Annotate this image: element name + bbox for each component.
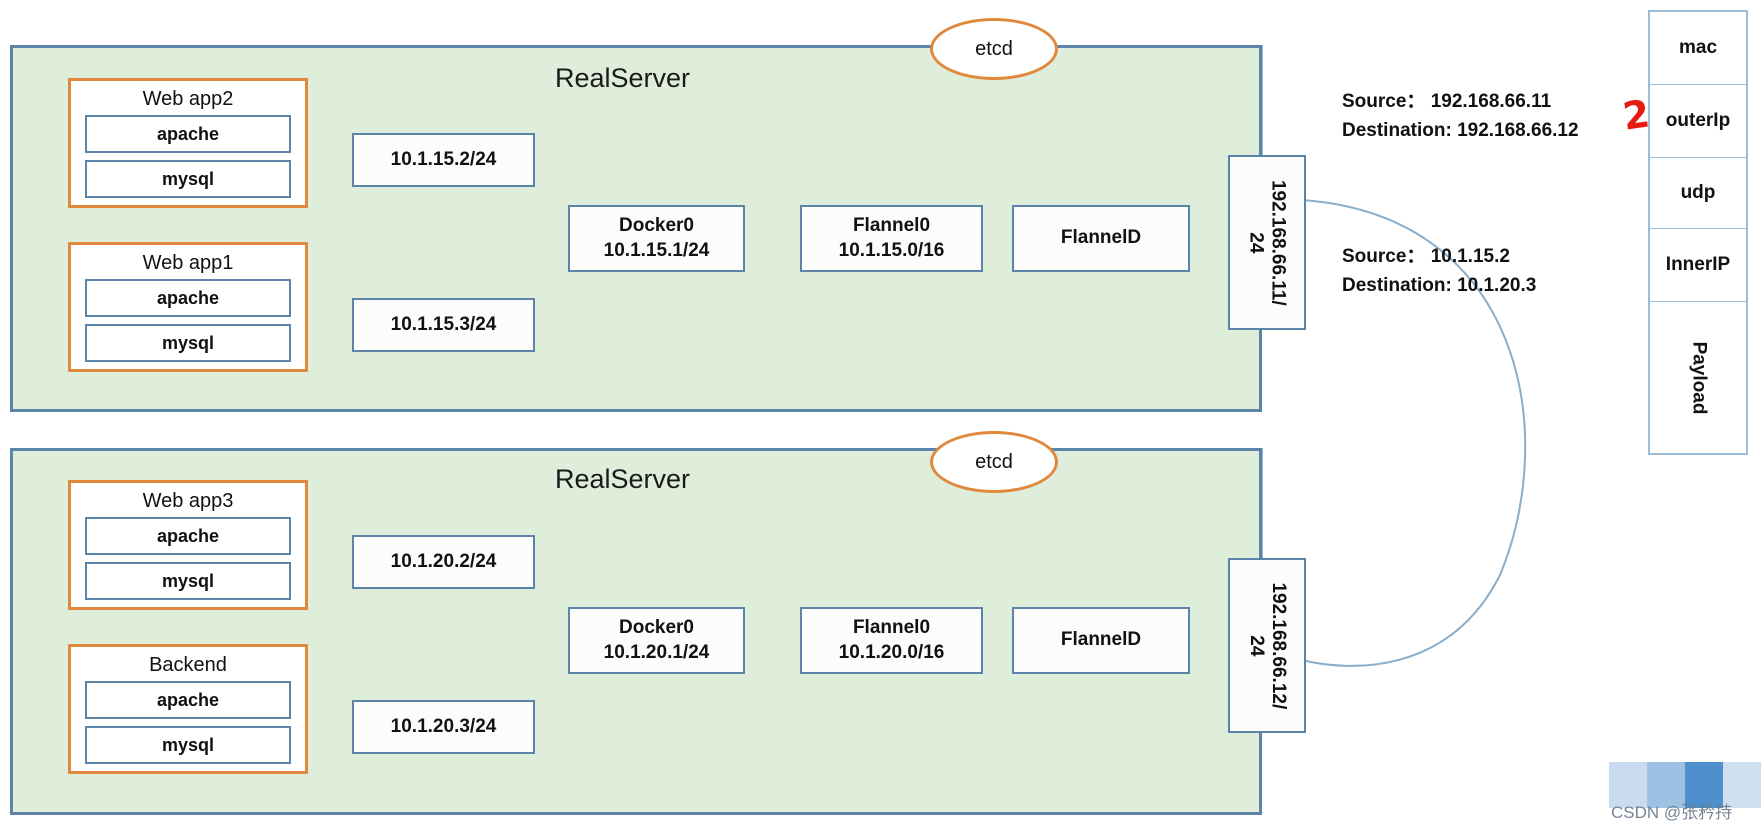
host-ip-line1: 192.168.66.11/ bbox=[1267, 179, 1289, 306]
outer-source-label: Source： bbox=[1342, 91, 1426, 112]
flannel0-cidr: 10.1.20.0/16 bbox=[838, 641, 945, 663]
inner-source-label: Source： bbox=[1342, 246, 1426, 267]
app-title: Web app2 bbox=[142, 88, 234, 110]
packet-field-label: mac bbox=[1678, 37, 1718, 58]
host-ip-line2: 24 bbox=[1246, 634, 1268, 657]
watermark-text: CSDN @张矜持 bbox=[1611, 803, 1733, 822]
packet-field-label: udp bbox=[1680, 182, 1716, 203]
packet-field-udp: udp bbox=[1650, 158, 1746, 229]
docker0-bridge-bottom[interactable]: Docker0 10.1.20.1/24 bbox=[568, 607, 745, 674]
inner-destination-line: Destination: 10.1.20.3 bbox=[1342, 272, 1536, 301]
packet-field-mac: mac bbox=[1650, 12, 1746, 85]
etcd-label: etcd bbox=[975, 450, 1013, 473]
container-ip-label: 10.1.15.2/24 bbox=[390, 148, 497, 170]
flannel0-name: Flannel0 bbox=[852, 215, 931, 237]
diagram-canvas: RealServer Web app2 apache mysql Web app… bbox=[0, 0, 1761, 836]
docker0-cidr: 10.1.20.1/24 bbox=[603, 641, 710, 663]
host-ip-box-top[interactable]: 192.168.66.11/ 24 bbox=[1228, 155, 1306, 330]
docker0-bridge-top[interactable]: Docker0 10.1.15.1/24 bbox=[568, 205, 745, 272]
container-ip-10-1-15-3[interactable]: 10.1.15.3/24 bbox=[352, 298, 535, 352]
flannel0-name: Flannel0 bbox=[852, 617, 931, 639]
host-ip-label-top: 192.168.66.11/ 24 bbox=[1245, 180, 1289, 306]
inner-destination-label: Destination: bbox=[1342, 274, 1452, 296]
host-title-bottom: RealServer bbox=[555, 464, 691, 494]
service-mysql[interactable]: mysql bbox=[85, 160, 291, 198]
service-mysql[interactable]: mysql bbox=[85, 726, 291, 764]
container-ip-10-1-20-3[interactable]: 10.1.20.3/24 bbox=[352, 700, 535, 754]
service-apache[interactable]: apache bbox=[85, 517, 291, 555]
host-ip-line1: 192.168.66.12/ bbox=[1267, 582, 1289, 709]
app-title: Web app3 bbox=[142, 490, 234, 512]
flannel0-interface-bottom[interactable]: Flannel0 10.1.20.0/16 bbox=[800, 607, 983, 674]
app-container-backend[interactable]: Backend apache mysql bbox=[68, 644, 308, 774]
outer-source-value: 192.168.66.11 bbox=[1430, 91, 1552, 112]
inner-source-line: Source： 10.1.15.2 bbox=[1342, 243, 1536, 272]
packet-field-payload: Payload bbox=[1650, 302, 1746, 453]
service-apache[interactable]: apache bbox=[85, 115, 291, 153]
outer-destination-line: Destination: 192.168.66.12 bbox=[1342, 117, 1579, 146]
container-ip-label: 10.1.20.2/24 bbox=[390, 550, 497, 572]
flanneld-daemon-top[interactable]: FlannelD bbox=[1012, 205, 1190, 272]
packet-field-innerip: InnerIP bbox=[1650, 229, 1746, 302]
app-container-web-app1[interactable]: Web app1 apache mysql bbox=[68, 242, 308, 372]
docker0-name: Docker0 bbox=[619, 215, 694, 237]
inner-header-annotation: Source： 10.1.15.2 Destination: 10.1.20.3 bbox=[1342, 243, 1536, 300]
host-ip-box-bottom[interactable]: 192.168.66.12/ 24 bbox=[1228, 558, 1306, 733]
packet-field-outerip: outerIp bbox=[1650, 85, 1746, 158]
app-container-web-app3[interactable]: Web app3 apache mysql bbox=[68, 480, 308, 610]
packet-field-label: Payload bbox=[1688, 341, 1709, 414]
service-mysql[interactable]: mysql bbox=[85, 562, 291, 600]
host-title-top: RealServer bbox=[555, 63, 691, 93]
service-apache[interactable]: apache bbox=[85, 681, 291, 719]
service-mysql[interactable]: mysql bbox=[85, 324, 291, 362]
etcd-node-top[interactable]: etcd bbox=[930, 18, 1058, 80]
outer-header-annotation: Source： 192.168.66.11 Destination: 192.1… bbox=[1342, 88, 1579, 145]
host-ip-line2: 24 bbox=[1246, 231, 1267, 254]
packet-field-label: InnerIP bbox=[1665, 254, 1731, 275]
outer-destination-label: Destination: bbox=[1342, 119, 1452, 141]
docker0-cidr: 10.1.15.1/24 bbox=[603, 239, 710, 261]
outer-source-line: Source： 192.168.66.11 bbox=[1342, 88, 1579, 117]
inner-destination-value: 10.1.20.3 bbox=[1457, 274, 1537, 296]
flanneld-daemon-bottom[interactable]: FlannelD bbox=[1012, 607, 1190, 674]
flannel0-interface-top[interactable]: Flannel0 10.1.15.0/16 bbox=[800, 205, 983, 272]
flanneld-name: FlannelD bbox=[1060, 227, 1142, 249]
etcd-node-bottom[interactable]: etcd bbox=[930, 431, 1058, 493]
outer-destination-value: 192.168.66.12 bbox=[1457, 119, 1579, 141]
packet-field-label: outerIp bbox=[1665, 110, 1731, 131]
etcd-label: etcd bbox=[975, 37, 1013, 60]
flanneld-name: FlannelD bbox=[1060, 629, 1142, 651]
inner-source-value: 10.1.15.2 bbox=[1430, 246, 1510, 267]
container-ip-10-1-15-2[interactable]: 10.1.15.2/24 bbox=[352, 133, 535, 187]
container-ip-label: 10.1.15.3/24 bbox=[390, 313, 497, 335]
app-title: Web app1 bbox=[142, 252, 234, 274]
host-ip-label-bottom: 192.168.66.12/ 24 bbox=[1245, 582, 1289, 709]
docker0-name: Docker0 bbox=[619, 617, 694, 639]
container-ip-10-1-20-2[interactable]: 10.1.20.2/24 bbox=[352, 535, 535, 589]
service-apache[interactable]: apache bbox=[85, 279, 291, 317]
container-ip-label: 10.1.20.3/24 bbox=[390, 715, 497, 737]
app-container-web-app2[interactable]: Web app2 apache mysql bbox=[68, 78, 308, 208]
app-title: Backend bbox=[149, 654, 227, 676]
packet-structure-stack: mac outerIp udp InnerIP Payload bbox=[1648, 10, 1748, 455]
flannel0-cidr: 10.1.15.0/16 bbox=[838, 239, 945, 261]
